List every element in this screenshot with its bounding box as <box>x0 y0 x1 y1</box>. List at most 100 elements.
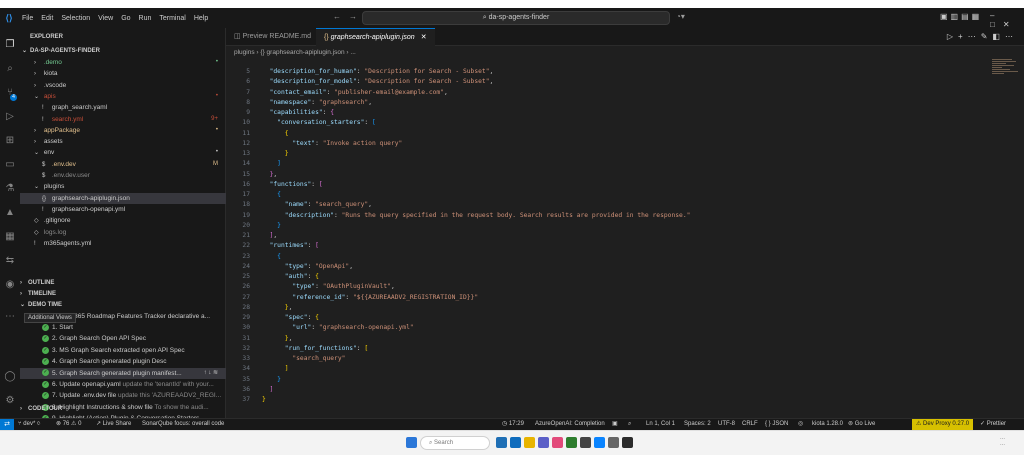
code-line[interactable]: 31 }, <box>226 334 292 344</box>
code-line[interactable]: 10 "conversation_starters": [ <box>226 118 375 128</box>
tree-item[interactable]: ⌄ env • <box>20 147 226 158</box>
tree-item[interactable]: $ .env.dev M <box>20 159 226 170</box>
zoom-status-icon[interactable]: ⌕ <box>628 419 631 430</box>
language-mode[interactable]: { } JSON <box>765 419 788 430</box>
codetour-section[interactable]: › CODETOUR <box>20 404 226 415</box>
tab-graphsearch-apiplugin[interactable]: {} graphsearch-apiplugin.json ✕ <box>316 28 435 46</box>
code-line[interactable]: 30 "url": "graphsearch-openapi.yml" <box>226 323 413 333</box>
demo-step[interactable]: ✓ 6. Update openapi.yaml update the 'tena… <box>20 379 226 390</box>
settings-gear-icon[interactable]: ⚙ <box>3 394 17 408</box>
tree-item[interactable]: › .vscode <box>20 80 226 91</box>
code-line[interactable]: 16 "functions": [ <box>226 180 322 190</box>
explorer-icon[interactable]: ❐ <box>3 38 17 52</box>
code-line[interactable]: 34 ] <box>226 364 288 374</box>
extensions-icon[interactable]: ⊞ <box>3 134 17 148</box>
remote-indicator-icon[interactable]: ⇄ <box>0 419 14 430</box>
file-explorer-icon[interactable] <box>524 437 535 448</box>
indentation-status[interactable]: Spaces: 2 <box>684 419 711 430</box>
copilot-icon[interactable]: ◔▾ <box>676 12 685 21</box>
menu-item-run[interactable]: Run <box>139 15 152 22</box>
code-line[interactable]: 13 } <box>226 149 288 159</box>
code-line[interactable]: 7 "contact_email": "publisher-email@exam… <box>226 88 448 98</box>
menu-item-view[interactable]: View <box>98 15 113 22</box>
tree-item[interactable]: › assets <box>20 136 226 147</box>
edge-icon[interactable] <box>594 437 605 448</box>
code-line[interactable]: 18 "name": "search_query", <box>226 200 372 210</box>
code-line[interactable]: 15 }, <box>226 170 277 180</box>
outline-section[interactable]: › OUTLINE <box>20 278 226 289</box>
menu-item-terminal[interactable]: Terminal <box>159 15 185 22</box>
more-views-icon[interactable]: ⋯ <box>3 310 17 324</box>
sonarqube-status[interactable]: SonarQube focus: overall code <box>142 419 224 430</box>
eol-status[interactable]: CRLF <box>742 419 758 430</box>
code-editor[interactable]: 5 "description_for_human": "Description … <box>226 59 1024 418</box>
command-center[interactable]: ⌕ da-sp-agents-finder <box>362 11 670 25</box>
demo-step[interactable]: ✓ 7. Update .env.dev file update this 'AZ… <box>20 390 226 401</box>
teams-icon[interactable] <box>538 437 549 448</box>
code-line[interactable]: 14 ] <box>226 159 281 169</box>
demo-time-icon[interactable]: ◉ <box>3 278 17 292</box>
code-line[interactable]: 32 "run_for_functions": [ <box>226 344 368 354</box>
task-view-icon[interactable] <box>496 437 507 448</box>
run-debug-icon[interactable]: ▷ <box>3 110 17 124</box>
testing-icon[interactable]: ⚗ <box>3 182 17 196</box>
code-line[interactable]: 9 "capabilities": { <box>226 108 334 118</box>
vscode-taskbar-icon[interactable] <box>510 437 521 448</box>
azure-openai-status[interactable]: AzureOpenAI: Completion <box>535 419 605 430</box>
encoding-status[interactable]: UTF-8 <box>718 419 735 430</box>
tree-item[interactable]: ◇ logs.log <box>20 227 226 238</box>
dev-proxy-status[interactable]: ⚠ Dev Proxy 0.27.0 <box>912 419 974 430</box>
menu-item-selection[interactable]: Selection <box>61 15 90 22</box>
code-line[interactable]: 8 "namespace": "graphsearch", <box>226 98 372 108</box>
code-line[interactable]: 37} <box>226 395 265 405</box>
breadcrumb-folder[interactable]: plugins <box>234 49 255 56</box>
app-icon[interactable] <box>622 437 633 448</box>
tree-item[interactable]: ! graph_search.yaml <box>20 102 226 113</box>
sync-icon[interactable]: ◎ <box>798 419 803 430</box>
taskbar-search[interactable]: ⌕ Search <box>420 436 490 450</box>
tree-item[interactable]: › appPackage • <box>20 125 226 136</box>
menu-item-go[interactable]: Go <box>121 15 130 22</box>
clock-status[interactable]: ◷ 17:29 <box>502 419 524 430</box>
breadcrumb-file[interactable]: {} graphsearch-apiplugin.json <box>260 49 344 56</box>
demo-step[interactable]: ✓ 4. Graph Search generated plugin Desc <box>20 356 226 367</box>
demo-step[interactable]: ✓ 2. Graph Search Open API Spec <box>20 333 226 344</box>
code-line[interactable]: 33 "search_query" <box>226 354 345 364</box>
tree-item[interactable]: ⌄ apis • <box>20 91 226 102</box>
tree-item[interactable]: $ .env.dev.user <box>20 170 226 181</box>
code-line[interactable]: 21 ], <box>226 231 277 241</box>
tree-item[interactable]: ! graphsearch-openapi.yml <box>20 204 226 215</box>
code-line[interactable]: 35 } <box>226 375 281 385</box>
code-line[interactable]: 5 "description_for_human": "Description … <box>226 67 493 77</box>
code-line[interactable]: 22 "runtimes": [ <box>226 241 319 251</box>
tree-item[interactable]: ! search.yml 9+ <box>20 114 226 125</box>
timeline-section[interactable]: › TIMELINE <box>20 289 226 300</box>
start-button[interactable] <box>406 437 417 448</box>
code-line[interactable]: 23 { <box>226 252 281 262</box>
editor-actions[interactable]: ▷+⋯✎◧⋯ <box>947 32 1018 41</box>
code-line[interactable]: 19 "description": "Runs the query specif… <box>226 211 690 221</box>
code-line[interactable]: 17 { <box>226 190 281 200</box>
search-icon[interactable]: ⌕ <box>3 62 17 76</box>
code-line[interactable]: 27 "reference_id": "${{AZUREAADV2_REGIST… <box>226 293 478 303</box>
menu-item-file[interactable]: File <box>22 15 33 22</box>
tree-item[interactable]: ◇ .gitignore <box>20 215 226 226</box>
code-line[interactable]: 26 "type": "OAuthPluginVault", <box>226 282 394 292</box>
demo-step[interactable]: ✓ 1. Start <box>20 322 226 333</box>
layout-controls[interactable]: ▣▥▤▦ <box>940 12 982 21</box>
code-line[interactable]: 6 "description_for_model": "Description … <box>226 77 493 87</box>
workspace-root[interactable]: ⌄ DA-SP-AGENTS-FINDER <box>20 46 226 57</box>
step-actions[interactable]: ↑ ↓ ≋ <box>204 368 218 379</box>
app-icon[interactable] <box>608 437 619 448</box>
teams-toolkit-icon[interactable]: ▦ <box>3 230 17 244</box>
tree-item[interactable]: {} graphsearch-apiplugin.json <box>20 192 226 204</box>
code-line[interactable]: 24 "type": "OpenApi", <box>226 262 353 272</box>
kiota-status[interactable]: kiota 1.28.0 <box>812 419 843 430</box>
code-line[interactable]: 36 ] <box>226 385 273 395</box>
app-icon[interactable] <box>580 437 591 448</box>
menu-item-help[interactable]: Help <box>194 15 208 22</box>
tree-item[interactable]: ⌄ plugins <box>20 181 226 192</box>
problems-status[interactable]: ⊗ 76 ⚠ 0 <box>56 419 81 430</box>
minimap[interactable] <box>992 59 1020 89</box>
cursor-position[interactable]: Ln 1, Col 1 <box>646 419 675 430</box>
